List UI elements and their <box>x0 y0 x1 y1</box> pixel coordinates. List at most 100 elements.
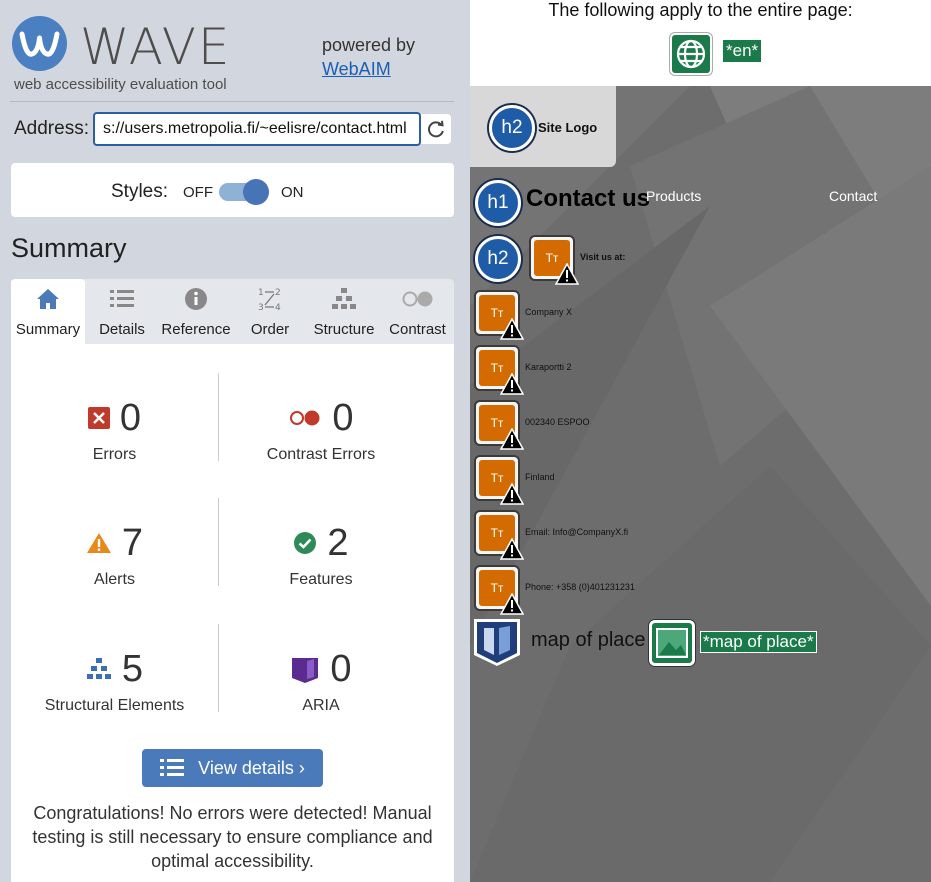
svg-text:4: 4 <box>275 303 281 312</box>
h2-badge[interactable]: h2 <box>475 236 521 282</box>
language-code: *en* <box>723 40 762 62</box>
styles-on-label: ON <box>281 184 304 201</box>
styles-label: Styles: <box>111 181 169 202</box>
warning-icon <box>555 263 579 285</box>
warning-icon <box>500 538 524 560</box>
address-input[interactable] <box>93 112 421 146</box>
small-text-alert[interactable]: Tт <box>474 510 524 560</box>
congrats-message: Congratulations! No errors were detected… <box>32 803 433 871</box>
nav-products[interactable]: Products <box>646 188 701 204</box>
svg-text:3: 3 <box>258 303 264 312</box>
text-country: Finland <box>525 472 555 482</box>
alert-icon <box>86 533 111 553</box>
h2-badge-label: h2 <box>487 248 509 269</box>
list-icon <box>160 759 185 776</box>
h2-badge[interactable]: h2 <box>489 105 535 151</box>
list-icon <box>110 290 134 307</box>
whole-page-bar: The following apply to the entire page: … <box>470 0 931 86</box>
reload-button[interactable] <box>421 114 451 144</box>
contrast-errors-label: Contrast Errors <box>266 446 376 463</box>
warning-icon <box>500 373 524 395</box>
small-text-alert[interactable]: Tт <box>474 400 524 450</box>
small-text-alert[interactable]: Tт <box>529 235 579 285</box>
h2-badge-label: h2 <box>501 117 523 138</box>
svg-text:2: 2 <box>275 288 281 298</box>
reload-icon <box>428 120 444 138</box>
wave-logo-icon <box>12 16 67 71</box>
error-icon <box>87 407 110 429</box>
image-alt-icon[interactable] <box>649 620 695 666</box>
text-email: Email: Info@CompanyX.fi <box>525 527 629 537</box>
tab-bar: Summary Details Reference 1 2 3 4 Order Str… <box>11 279 454 344</box>
address-label: Address: <box>14 118 89 139</box>
stat-errors[interactable]: 0 Errors <box>11 396 218 464</box>
structural-label: Structural Elements <box>44 697 185 714</box>
info-icon <box>185 288 207 310</box>
contrast-errors-count: 0 <box>332 396 354 439</box>
small-text-alert[interactable]: Tт <box>474 345 524 395</box>
styles-off-label: OFF <box>183 184 213 201</box>
small-text-alert[interactable]: Tт <box>474 455 524 505</box>
styles-toggle-knob[interactable] <box>243 179 269 205</box>
powered-by-text: powered by <box>322 35 416 55</box>
home-icon <box>37 289 59 309</box>
nav-contact[interactable]: Contact <box>829 188 877 204</box>
wave-sidebar: WAVE web accessibility evaluation tool p… <box>0 0 470 882</box>
features-count: 2 <box>327 521 349 564</box>
map-label: map of place <box>531 629 646 651</box>
tab-contrast[interactable]: Contrast <box>381 279 454 344</box>
tab-details[interactable]: Details <box>85 279 159 344</box>
tab-label: Contrast <box>389 321 446 338</box>
stat-aria[interactable]: 0 ARIA <box>219 647 423 715</box>
features-label: Features <box>289 571 353 588</box>
site-logo-text: Site Logo <box>538 120 598 135</box>
text-company: Company X <box>525 307 573 317</box>
tab-label: Details <box>99 321 145 338</box>
whole-page-note: The following apply to the entire page: <box>548 0 853 20</box>
warning-icon <box>500 593 524 615</box>
app-name: WAVE <box>80 18 232 76</box>
stat-alerts[interactable]: 7 Alerts <box>11 521 218 589</box>
feature-check-icon <box>294 532 317 554</box>
text-visit-us: Visit us at: <box>580 252 626 262</box>
view-details-label: View details › <box>198 757 305 778</box>
tab-order[interactable]: 1 2 3 4 Order <box>233 279 307 344</box>
page-preview: The following apply to the entire page: … <box>470 0 931 882</box>
tab-label: Summary <box>15 321 81 338</box>
stat-features[interactable]: 2 Features <box>219 521 423 589</box>
structure-icon <box>332 288 356 309</box>
h1-badge-label: h1 <box>487 192 509 213</box>
h1-badge[interactable]: h1 <box>475 180 521 226</box>
alerts-count: 7 <box>121 521 144 564</box>
tab-reference[interactable]: Reference <box>159 279 233 344</box>
app-tagline: web accessibility evaluation tool <box>14 76 227 93</box>
small-text-alert[interactable]: Tт <box>474 565 524 615</box>
warning-icon <box>500 318 524 340</box>
summary-heading: Summary <box>11 233 127 263</box>
warning-icon <box>500 428 524 450</box>
text-phone: Phone: +358 (0)401231231 <box>525 582 635 592</box>
structure-icon <box>86 658 111 679</box>
warning-icon <box>500 483 524 505</box>
errors-label: Errors <box>92 446 137 463</box>
tab-summary[interactable]: Summary <box>11 279 85 344</box>
map-alt-text: *map of place* <box>700 631 817 653</box>
webaim-link[interactable]: WebAIM <box>322 59 391 80</box>
contrast-error-icon <box>290 410 320 426</box>
order-icon: 1 2 3 4 <box>258 288 281 312</box>
language-icon[interactable] <box>670 33 712 75</box>
small-text-alert[interactable]: Tт <box>474 290 524 340</box>
tab-label: Structure <box>313 321 375 338</box>
view-details-button[interactable]: View details › <box>142 749 323 787</box>
aria-label-icon[interactable] <box>472 617 522 667</box>
globe-icon <box>676 39 706 69</box>
summary-panel: 0 Errors 0 Contrast Errors 7 Alerts 2 Fe… <box>11 344 454 882</box>
structural-count: 5 <box>121 647 144 690</box>
stat-structural[interactable]: 5 Structural Elements <box>11 647 218 715</box>
errors-count: 0 <box>119 396 142 439</box>
image-icon <box>656 628 688 658</box>
tab-structure[interactable]: Structure <box>307 279 381 344</box>
aria-icon <box>292 658 319 683</box>
contrast-icon <box>402 291 432 307</box>
stat-contrast-errors[interactable]: 0 Contrast Errors <box>219 396 423 464</box>
